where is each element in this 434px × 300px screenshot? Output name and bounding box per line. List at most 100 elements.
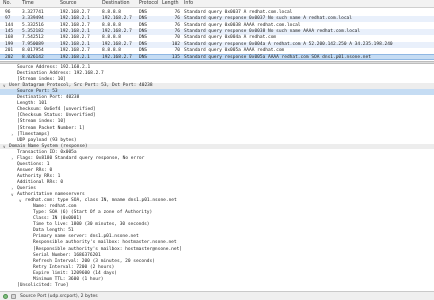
detail-text: Source Address: 192.168.2.1: [17, 65, 91, 70]
expanded-chevron-icon[interactable]: ∨: [3, 144, 6, 150]
detail-line[interactable]: [Stream index: 10]: [0, 119, 434, 125]
detail-text: Refresh Interval: 200 (3 minutes, 20 sec…: [33, 258, 155, 264]
detail-text: Authoritative nameservers: [17, 192, 85, 198]
detail-line[interactable]: Retry Interval: 7200 (2 hours): [0, 265, 434, 271]
detail-line[interactable]: › [Timestamps]: [0, 132, 434, 138]
cell-len: 76: [174, 22, 180, 28]
detail-text: [Responsible authority's mailbox: hostma…: [33, 246, 183, 252]
detail-line[interactable]: Minimum TTL: 3600 (1 hour): [0, 277, 434, 283]
detail-line[interactable]: Questions: 1: [0, 162, 434, 168]
column-time[interactable]: Time: [22, 1, 34, 6]
column-protocol[interactable]: Protocol: [139, 1, 158, 6]
packet-row[interactable]: 144 5.332516 192.168.2.7 8.8.8.8 DNS 76 Standa…: [0, 23, 434, 29]
detail-line[interactable]: Source Address: 192.168.2.1: [0, 65, 434, 71]
detail-line[interactable]: › Queries: [0, 186, 434, 192]
packet-row[interactable]: 202 8.026142 192.168.2.1 192.168.2.7 DNS 135 S…: [0, 54, 434, 61]
expanded-chevron-icon[interactable]: ∨: [3, 83, 6, 89]
detail-line[interactable]: UDP payload (93 bytes): [0, 138, 434, 144]
cell-info: Standard query 0x005a AAAA redhat.com: [184, 47, 285, 53]
cell-len: 70: [174, 47, 180, 53]
column-source[interactable]: Source: [60, 1, 76, 6]
detail-text: Additional RRs: 0: [17, 179, 64, 185]
cell-dst: 8.8.8.8: [102, 22, 121, 28]
cell-info: Standard query response 0x0038 No such n…: [184, 28, 361, 34]
cell-dst: 192.168.2.7: [102, 41, 132, 47]
ready-icon[interactable]: [3, 294, 8, 299]
packet-row[interactable]: 199 7.950089 192.168.2.1 192.168.2.7 DNS 102 S…: [0, 41, 434, 48]
cell-proto: DNS: [139, 28, 148, 34]
detail-text: UDP payload (93 bytes): [17, 137, 77, 143]
edit-comment-icon[interactable]: [11, 294, 16, 299]
cell-len: 76: [174, 28, 180, 34]
cell-time: 8.017954: [22, 47, 44, 53]
detail-text: [Unsolicited: True]: [17, 282, 69, 288]
detail-text: [Stream index: 10]: [17, 119, 66, 125]
detail-section-header[interactable]: ∨ Domain Name System (response): [0, 143, 434, 150]
cell-time: 3.339494: [22, 16, 44, 22]
detail-line[interactable]: [Responsible authority's mailbox: hostma…: [0, 247, 434, 253]
detail-text: [Timestamps]: [17, 131, 50, 137]
packet-row[interactable]: 201 8.017954 192.168.2.7 8.8.8.8 DNS 70 Standa…: [0, 48, 434, 54]
cell-src: 192.168.2.7: [60, 47, 90, 53]
detail-text: Destination Address: 192.168.2.7: [17, 71, 104, 77]
cell-src: 192.168.2.7: [60, 22, 90, 28]
detail-text: Answer RRs: 0: [17, 167, 53, 173]
detail-line[interactable]: [Unsolicited: True]: [0, 283, 434, 289]
detail-line[interactable]: Refresh Interval: 200 (3 minutes, 20 sec…: [0, 259, 434, 265]
collapsed-chevron-icon[interactable]: ›: [11, 132, 14, 138]
detail-line[interactable]: ∨ Authoritative nameservers: [0, 192, 434, 198]
detail-line[interactable]: Transaction ID: 0x005a: [0, 150, 434, 156]
packet-row[interactable]: 97 3.339494 192.168.2.1 192.168.2.7 DNS 76 Sta…: [0, 16, 434, 23]
cell-info: Standard query 0x0038 AAAA redhat.com.lo…: [184, 22, 301, 28]
detail-line[interactable]: Additional RRs: 0: [0, 180, 434, 186]
collapsed-chevron-icon[interactable]: ›: [11, 186, 14, 192]
cell-len: 76: [174, 16, 180, 22]
cell-proto: DNS: [139, 35, 148, 41]
detail-line[interactable]: Destination Address: 192.168.2.7: [0, 71, 434, 77]
detail-text: Responsible authority's mailbox: hostmas…: [33, 240, 177, 246]
collapsed-chevron-icon[interactable]: ›: [11, 156, 14, 162]
column-destination[interactable]: Destination: [102, 1, 130, 6]
detail-text: [Stream Packet Number: 1]: [17, 125, 85, 131]
detail-text: Transaction ID: 0x005a: [17, 149, 77, 155]
cell-no: 199: [5, 41, 14, 47]
cell-proto: DNS: [139, 47, 148, 53]
cell-len: 70: [174, 35, 180, 41]
cell-src: 192.168.2.1: [60, 16, 90, 22]
detail-line[interactable]: [Stream Packet Number: 1]: [0, 126, 434, 132]
column-info[interactable]: Info: [184, 1, 193, 6]
detail-text: Serial Number: 1686376201: [33, 252, 101, 258]
column-length[interactable]: Length: [162, 1, 179, 6]
detail-line[interactable]: Destination Port: 40238: [0, 95, 434, 101]
cell-time: 7.950089: [22, 41, 44, 47]
detail-line[interactable]: Answer RRs: 0: [0, 168, 434, 174]
cell-proto: DNS: [139, 22, 148, 28]
packet-details-pane[interactable]: Source Address: 192.168.2.1 Destination A…: [0, 64, 434, 291]
detail-section-header[interactable]: ∨ User Datagram Protocol, Src Port: 53, D…: [0, 83, 434, 89]
cell-info: Standard query 0x004a A redhat.com: [184, 35, 277, 41]
cell-no: 144: [5, 22, 14, 28]
expanded-chevron-icon[interactable]: ∨: [11, 192, 14, 198]
cell-src: 192.168.2.1: [60, 28, 90, 34]
packet-list-pane[interactable]: No. Time Source Destination Protocol Len…: [0, 0, 434, 61]
packet-row[interactable]: 145 5.352182 192.168.2.1 192.168.2.7 DNS 76 St…: [0, 28, 434, 35]
detail-line[interactable]: Authority RRs: 1: [0, 174, 434, 180]
cell-dst: 8.8.8.8: [102, 47, 121, 53]
cell-no: 145: [5, 28, 14, 34]
column-no[interactable]: No.: [3, 1, 11, 6]
detail-line[interactable]: Responsible authority's mailbox: hostmas…: [0, 240, 434, 246]
cell-dst: 192.168.2.7: [102, 28, 132, 34]
cell-len: 102: [171, 41, 180, 47]
expanded-chevron-icon[interactable]: ∨: [19, 198, 22, 204]
detail-text: Domain Name System (response): [9, 143, 88, 149]
detail-text: Queries: [17, 186, 36, 191]
packet-list-header: No. Time Source Destination Protocol Len…: [0, 0, 434, 8]
detail-line[interactable]: Serial Number: 1686376201: [0, 253, 434, 259]
cell-src: 192.168.2.7: [60, 35, 90, 41]
cell-dst: 8.8.8.8: [102, 35, 121, 41]
detail-text: Retry Interval: 7200 (2 hours): [33, 264, 115, 270]
packet-row[interactable]: 168 7.542512 192.168.2.7 8.8.8.8 DNS 70 Standa…: [0, 35, 434, 41]
detail-line[interactable]: Expire limit: 1209600 (14 days): [0, 271, 434, 277]
cell-dst: 192.168.2.7: [102, 16, 132, 22]
detail-line[interactable]: › Flags: 0x8180 Standard query response, …: [0, 156, 434, 162]
